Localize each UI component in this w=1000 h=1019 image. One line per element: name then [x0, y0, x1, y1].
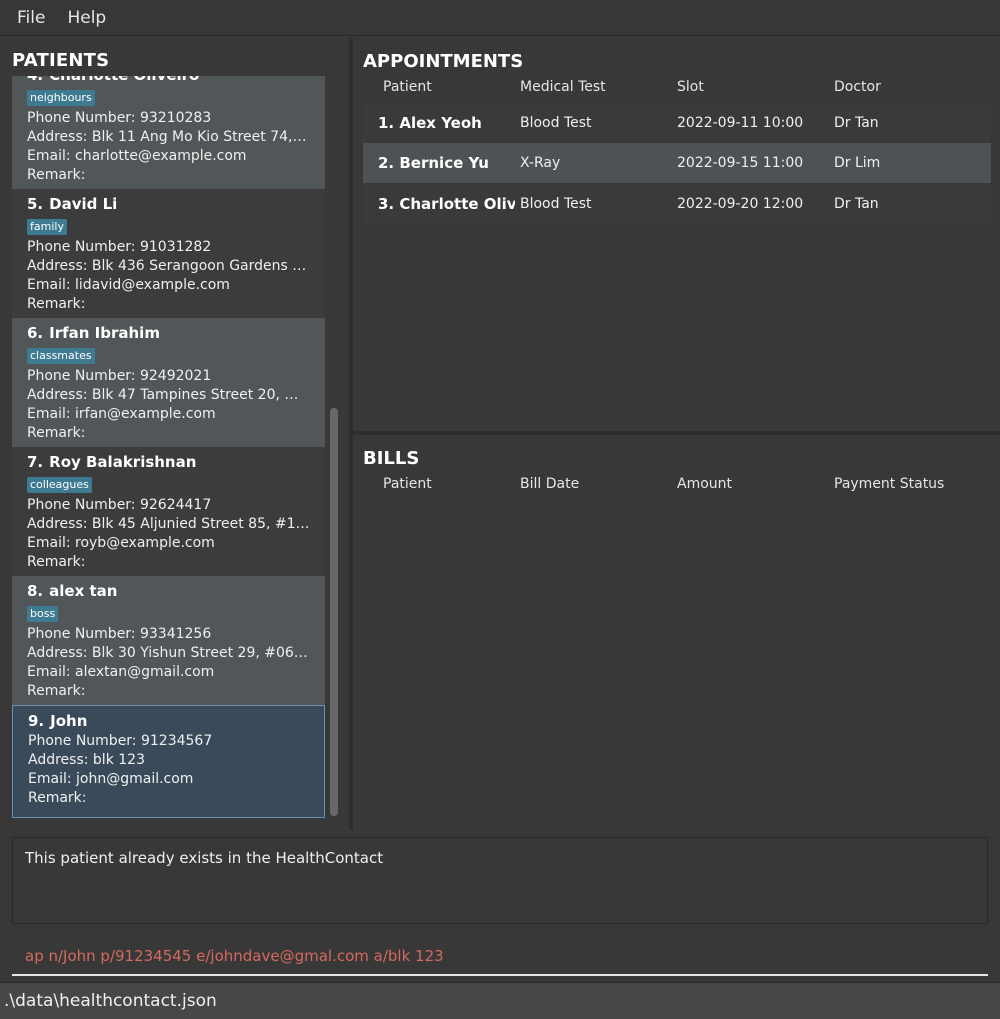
bill-col-amount: Amount	[677, 476, 733, 492]
patient-phone: Phone Number: 93341256	[27, 626, 212, 642]
patient-remark: Remark:	[27, 425, 86, 441]
patient-tag: family	[27, 219, 67, 235]
menu-help[interactable]: Help	[56, 0, 117, 36]
patient-name: Roy Balakrishnan	[49, 453, 197, 471]
appt-patient: 3. Charlotte Oliv...	[378, 195, 515, 213]
patient-name: Charlotte Oliveiro	[49, 76, 199, 84]
patient-card[interactable]: 8. alex tan boss Phone Number: 93341256 A…	[12, 576, 325, 705]
patient-index: 6.	[27, 324, 44, 342]
patient-remark: Remark:	[27, 167, 86, 183]
patient-remark: Remark:	[27, 683, 86, 699]
patient-name: alex tan	[49, 582, 118, 600]
patient-phone: Phone Number: 93210283	[27, 110, 212, 126]
appointment-row[interactable]: 2. Bernice Yu X-Ray 2022-09-15 11:00 Dr …	[363, 143, 991, 183]
patient-index: 5.	[27, 195, 44, 213]
patient-card[interactable]: 6. Irfan Ibrahim classmates Phone Number:…	[12, 318, 325, 447]
patient-name: David Li	[49, 195, 118, 213]
appt-patient: 1. Alex Yeoh	[378, 114, 482, 132]
command-input[interactable]: ap n/John p/91234545 e/johndave@gmal.com…	[12, 938, 988, 976]
patient-email: Email: john@gmail.com	[28, 771, 194, 787]
appt-slot: 2022-09-20 12:00	[677, 196, 804, 212]
patient-address: Address: Blk 47 Tampines Street 20, #17-…	[27, 387, 310, 403]
appt-col-slot: Slot	[677, 79, 704, 95]
patient-card[interactable]: 4. Charlotte Oliveiro neighbours Phone Nu…	[12, 76, 325, 189]
patient-address: Address: blk 123	[28, 752, 145, 768]
patient-name: John	[50, 712, 88, 730]
patient-address: Address: Blk 45 Aljunied Street 85, #11-…	[27, 516, 310, 532]
appt-test: Blood Test	[520, 196, 592, 212]
patient-index: 7.	[27, 453, 44, 471]
patient-list[interactable]: 4. Charlotte Oliveiro neighbours Phone Nu…	[12, 76, 325, 820]
patients-title: PATIENTS	[12, 50, 110, 71]
patient-tag: neighbours	[27, 90, 95, 106]
patient-email: Email: alextan@gmail.com	[27, 664, 215, 680]
patient-name: Irfan Ibrahim	[49, 324, 160, 342]
appt-test: X-Ray	[520, 155, 561, 171]
patient-address: Address: Blk 30 Yishun Street 29, #06-40	[27, 645, 310, 661]
scrollbar-thumb[interactable]	[330, 408, 338, 816]
menu-bar: File Help	[0, 0, 1000, 36]
patient-card[interactable]: 5. David Li family Phone Number: 91031282…	[12, 189, 325, 318]
patient-email: Email: irfan@example.com	[27, 406, 216, 422]
patient-email: Email: charlotte@example.com	[27, 148, 247, 164]
patient-tag: classmates	[27, 348, 95, 364]
bill-col-date: Bill Date	[520, 476, 580, 492]
appointments-title: APPOINTMENTS	[363, 51, 524, 72]
patient-address: Address: Blk 436 Serangoon Gardens Stre.…	[27, 258, 310, 274]
appt-slot: 2022-09-11 10:00	[677, 115, 804, 131]
patient-phone: Phone Number: 91031282	[27, 239, 212, 255]
patient-card-selected[interactable]: 9. John Phone Number: 91234567 Address: b…	[12, 705, 325, 818]
patient-list-scrollbar[interactable]	[329, 76, 339, 820]
patient-phone: Phone Number: 91234567	[28, 733, 213, 749]
appt-doctor: Dr Tan	[834, 115, 879, 131]
appt-doctor: Dr Tan	[834, 196, 879, 212]
appt-col-test: Medical Test	[520, 79, 606, 95]
appointment-row[interactable]: 3. Charlotte Oliv... Blood Test 2022-09-…	[363, 184, 991, 224]
patient-email: Email: lidavid@example.com	[27, 277, 230, 293]
bill-col-patient: Patient	[383, 476, 432, 492]
patient-phone: Phone Number: 92492021	[27, 368, 212, 384]
appt-patient: 2. Bernice Yu	[378, 154, 489, 172]
appt-test: Blood Test	[520, 115, 592, 131]
appt-col-doctor: Doctor	[834, 79, 881, 95]
appt-doctor: Dr Lim	[834, 155, 881, 171]
patient-address: Address: Blk 11 Ang Mo Kio Street 74, #1…	[27, 129, 310, 145]
patient-remark: Remark:	[27, 296, 86, 312]
patient-tag: boss	[27, 606, 59, 622]
patient-phone: Phone Number: 92624417	[27, 497, 212, 513]
patient-remark: Remark:	[28, 790, 87, 806]
result-display: This patient already exists in the Healt…	[12, 837, 988, 924]
patient-index: 4.	[27, 76, 43, 84]
menu-file[interactable]: File	[6, 0, 56, 36]
appt-slot: 2022-09-15 11:00	[677, 155, 804, 171]
patient-email: Email: royb@example.com	[27, 535, 215, 551]
patient-card[interactable]: 7. Roy Balakrishnan colleagues Phone Numb…	[12, 447, 325, 576]
patient-tag: colleagues	[27, 477, 92, 493]
appt-col-patient: Patient	[383, 79, 432, 95]
patient-remark: Remark:	[27, 554, 86, 570]
appointment-row[interactable]: 1. Alex Yeoh Blood Test 2022-09-11 10:00…	[363, 103, 991, 143]
patient-index: 8.	[27, 582, 44, 600]
horizontal-splitter[interactable]	[353, 431, 1000, 435]
status-bar-file-path: .\data\healthcontact.json	[0, 982, 1000, 1019]
patient-index: 9.	[28, 712, 45, 730]
bills-title: BILLS	[363, 448, 420, 469]
bill-col-status: Payment Status	[834, 476, 945, 492]
